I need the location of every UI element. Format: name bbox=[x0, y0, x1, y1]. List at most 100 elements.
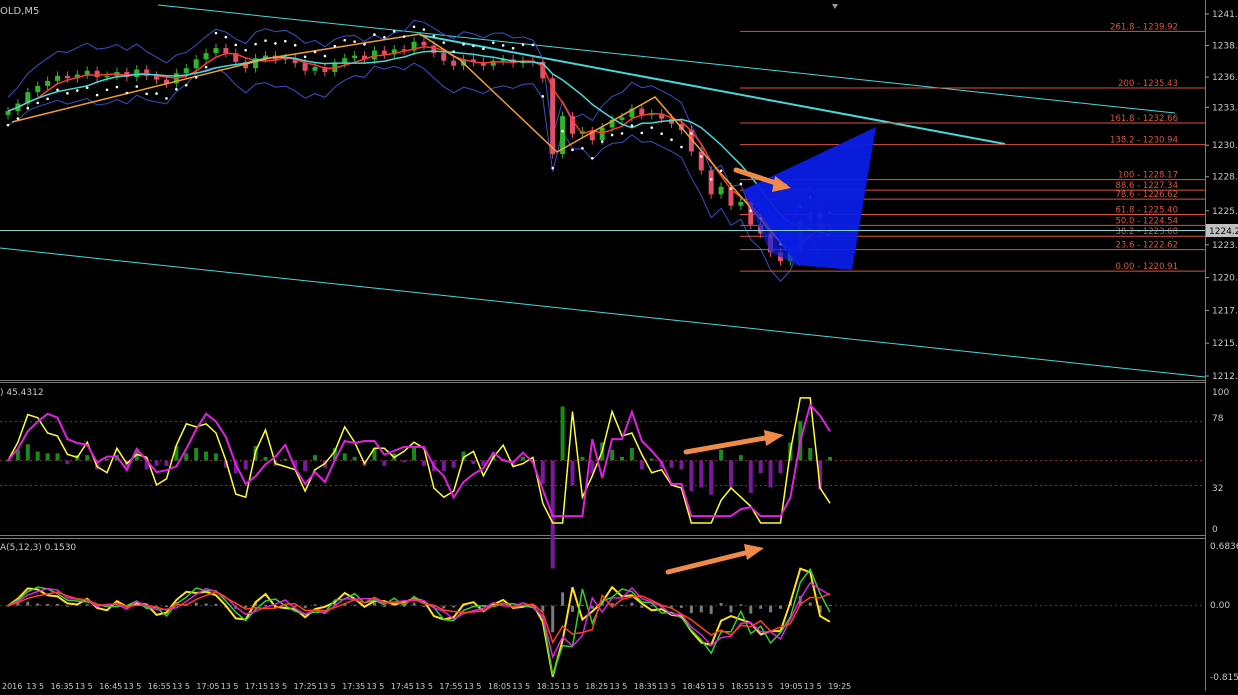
time-tick-label: 16:55 bbox=[148, 682, 171, 691]
price-tick-label: 1238.8 bbox=[1212, 42, 1238, 52]
sar-dot bbox=[630, 124, 634, 127]
macd-histogram-bar bbox=[808, 602, 812, 606]
time-tick-label: 13 5 bbox=[610, 682, 628, 691]
candle-body bbox=[381, 50, 387, 55]
sar-dot bbox=[462, 43, 465, 46]
sar-dot bbox=[85, 86, 89, 90]
sar-dot bbox=[343, 38, 347, 42]
sar-dot bbox=[620, 132, 624, 135]
sar-dot bbox=[194, 76, 198, 79]
time-tick-label: 13 5 bbox=[561, 682, 579, 691]
price-tick-label: 1236.3 bbox=[1212, 73, 1238, 83]
rsi-histogram-bar bbox=[748, 460, 753, 493]
macd-axis-bottom: -0.8150 bbox=[1210, 673, 1238, 683]
rsi-histogram-bar bbox=[412, 447, 417, 461]
candle-body bbox=[5, 111, 11, 115]
fib-label: 61.8 - 1225.40 bbox=[1115, 206, 1178, 216]
price-tick-label: 1212.6 bbox=[1212, 372, 1238, 382]
fib-label: 23.6 - 1222.62 bbox=[1115, 241, 1178, 251]
sar-dot bbox=[482, 47, 485, 51]
fast-ma-line bbox=[7, 46, 831, 250]
sar-dot bbox=[581, 147, 584, 150]
time-tick-label: 13 5 bbox=[367, 682, 385, 691]
macd-histogram-bar bbox=[303, 605, 307, 609]
sar-dot bbox=[739, 182, 743, 186]
rsi-axis-32: 32 bbox=[1212, 484, 1223, 494]
fib-label: 38.2 - 1223.68 bbox=[1115, 227, 1178, 237]
sar-dot bbox=[204, 65, 208, 69]
time-tick-label: 13 5 bbox=[269, 682, 287, 691]
price-tick-label: 1217.8 bbox=[1212, 306, 1238, 316]
sar-dot bbox=[383, 36, 386, 39]
sar-dot bbox=[95, 93, 99, 97]
time-tick-label: 13 5 bbox=[464, 682, 482, 691]
fib-label: 78.6 - 1226.62 bbox=[1115, 190, 1178, 200]
candle-body bbox=[193, 59, 199, 69]
sar-dot bbox=[571, 148, 574, 152]
chart-shift-marker[interactable] bbox=[832, 4, 838, 9]
sar-dot bbox=[660, 132, 663, 135]
macd-histogram-bar bbox=[412, 602, 416, 606]
sar-dot bbox=[224, 35, 228, 39]
arrow-shaft-rsi bbox=[683, 435, 768, 455]
rsi-histogram-bar bbox=[35, 451, 40, 461]
candle-body bbox=[352, 55, 358, 59]
time-tick-label: 18:45 bbox=[682, 682, 705, 691]
sar-dot bbox=[432, 34, 436, 38]
time-tick-label: 17:35 bbox=[342, 682, 365, 691]
fib-label: 261.8 - 1239.92 bbox=[1110, 22, 1178, 32]
sar-dot bbox=[284, 39, 287, 43]
rsi-histogram-bar bbox=[570, 460, 575, 486]
arrow-head-rsi bbox=[764, 430, 784, 446]
candle-body bbox=[639, 108, 645, 115]
trading-chart-window: 261.8 - 1239.92 200 - 1235.43 161.8 - 1232… bbox=[0, 0, 1238, 691]
macd-histogram-bar bbox=[650, 605, 654, 607]
macd-axis: 0.6836 0.00 -0.8150 bbox=[1210, 542, 1238, 683]
macd-histogram-bar bbox=[749, 605, 753, 614]
time-tick-label: 13 5 bbox=[75, 682, 93, 691]
price-tick-label: 1225.7 bbox=[1212, 207, 1238, 217]
macd-histogram-bar bbox=[26, 601, 30, 606]
price-tick-label: 1233.9 bbox=[1212, 103, 1238, 113]
sar-dot bbox=[452, 50, 455, 54]
time-tick-label: 13 5 bbox=[221, 682, 239, 691]
time-tick-label: 13 5 bbox=[172, 682, 190, 691]
sar-dot bbox=[36, 101, 40, 105]
macd-histogram-bar bbox=[699, 605, 703, 613]
sar-dot bbox=[66, 92, 69, 95]
sar-dot bbox=[135, 85, 139, 88]
sar-dot bbox=[690, 132, 693, 135]
rsi-histogram-bar bbox=[303, 460, 308, 472]
sar-dot bbox=[165, 97, 168, 100]
rsi-histogram-bar bbox=[283, 458, 288, 461]
rsi-histogram-bar bbox=[540, 460, 545, 484]
lower-channel-line bbox=[0, 247, 1206, 378]
rsi-histogram-bar bbox=[629, 447, 634, 461]
macd-histogram-bar bbox=[759, 605, 763, 609]
rsi-axis-100: 100 bbox=[1212, 388, 1229, 398]
rsi-histogram-bar bbox=[699, 460, 704, 488]
candle-body bbox=[183, 68, 189, 74]
macd-histogram-bar bbox=[828, 604, 832, 606]
time-tick-label: 19:25 bbox=[828, 682, 851, 691]
sar-dot bbox=[293, 43, 297, 47]
rsi-histogram-bar bbox=[45, 453, 50, 461]
candle-body bbox=[312, 66, 318, 71]
sar-dot bbox=[313, 50, 317, 54]
sar-dot bbox=[244, 48, 247, 52]
sar-dot bbox=[56, 88, 59, 92]
macd-histogram-bar bbox=[719, 603, 723, 606]
rsi-histogram-bar bbox=[649, 458, 654, 461]
rsi-histogram-bar bbox=[213, 453, 218, 461]
macd-histogram-bar bbox=[620, 604, 624, 606]
price-tick-label: 1215.2 bbox=[1212, 339, 1238, 349]
candle-body bbox=[84, 70, 90, 75]
rsi-histogram-bar bbox=[738, 455, 743, 461]
fib-label: 161.8 - 1232.66 bbox=[1110, 114, 1178, 124]
sar-dot bbox=[551, 166, 554, 170]
rsi-histogram-bar bbox=[65, 460, 70, 465]
sar-dot bbox=[175, 87, 178, 91]
macd-histogram-bar bbox=[561, 592, 565, 606]
macd-histogram-bar bbox=[709, 605, 713, 615]
sar-dot bbox=[670, 138, 673, 142]
